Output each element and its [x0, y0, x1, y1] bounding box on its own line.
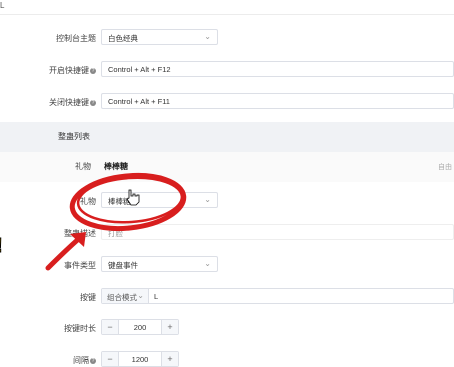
increment-button[interactable]: + — [161, 320, 178, 334]
chevron-down-icon: ⌄ — [204, 195, 211, 204]
prank-list-title: 整蛊列表 — [58, 132, 90, 141]
key-label: 按键 — [80, 293, 96, 302]
gift-select[interactable]: 棒棒糖 ⌄ — [101, 192, 218, 208]
top-bar-mark: L — [0, 1, 5, 10]
top-bar: L — [0, 0, 454, 15]
gift-select-label: 礼物 — [80, 197, 96, 206]
duration-stepper[interactable]: − 200 + — [101, 319, 179, 335]
key-value: L — [154, 292, 159, 301]
gift-row-value: 棒棒糖 — [104, 162, 128, 171]
theme-value: 白色经典 — [108, 34, 138, 43]
interval-value: 1200 — [131, 355, 149, 364]
close-hotkey-input[interactable]: Control + Alt + F11 — [101, 93, 454, 109]
gift-row-label: 礼物 — [75, 162, 91, 171]
prank-desc-input[interactable]: 打脸 — [101, 224, 454, 240]
close-hotkey-value: Control + Alt + F11 — [108, 97, 170, 106]
chevron-down-icon: ⌄ — [137, 291, 144, 300]
annotation-overlay: ! ! — [0, 172, 187, 288]
help-icon[interactable]: ? — [90, 100, 96, 106]
duration-value: 200 — [133, 323, 147, 332]
interval-label: 间隔? — [73, 356, 96, 365]
open-hotkey-value: Control + Alt + F12 — [108, 65, 171, 74]
decrement-button[interactable]: − — [102, 320, 119, 334]
chevron-down-icon: ⌄ — [204, 32, 211, 41]
event-type-value: 键盘事件 — [108, 261, 138, 270]
increment-button[interactable]: + — [161, 352, 178, 366]
help-icon[interactable]: ? — [90, 358, 96, 364]
open-hotkey-input[interactable]: Control + Alt + F12 — [101, 61, 454, 77]
help-icon[interactable]: ? — [90, 68, 96, 74]
prank-list-section: 整蛊列表 — [0, 122, 454, 152]
annotation-side-glyph: ! — [0, 235, 3, 257]
close-hotkey-label: 关闭快捷键? — [49, 98, 96, 107]
key-combo-field[interactable]: 组合模式 ⌄ L — [101, 288, 454, 304]
duration-label: 按键时长 — [64, 324, 96, 333]
gift-row-action[interactable]: 自由 — [438, 162, 452, 172]
theme-select[interactable]: 白色经典 ⌄ — [101, 29, 218, 45]
event-type-select[interactable]: 键盘事件 ⌄ — [101, 256, 218, 272]
prank-desc-value: 打脸 — [108, 229, 123, 238]
key-mode-select[interactable]: 组合模式 ⌄ — [102, 289, 149, 303]
prank-desc-label: 整蛊描述 — [64, 229, 96, 238]
event-type-label: 事件类型 — [64, 261, 96, 270]
theme-label: 控制台主题 — [56, 34, 96, 43]
key-mode-value: 组合模式 — [107, 293, 137, 302]
gift-row[interactable]: 礼物 棒棒糖 自由 — [0, 152, 454, 182]
annotation-side-glyph: ! — [0, 265, 1, 287]
open-hotkey-label: 开启快捷键? — [49, 66, 96, 75]
gift-select-value: 棒棒糖 — [108, 197, 131, 206]
chevron-down-icon: ⌄ — [204, 259, 211, 268]
decrement-button[interactable]: − — [102, 352, 119, 366]
